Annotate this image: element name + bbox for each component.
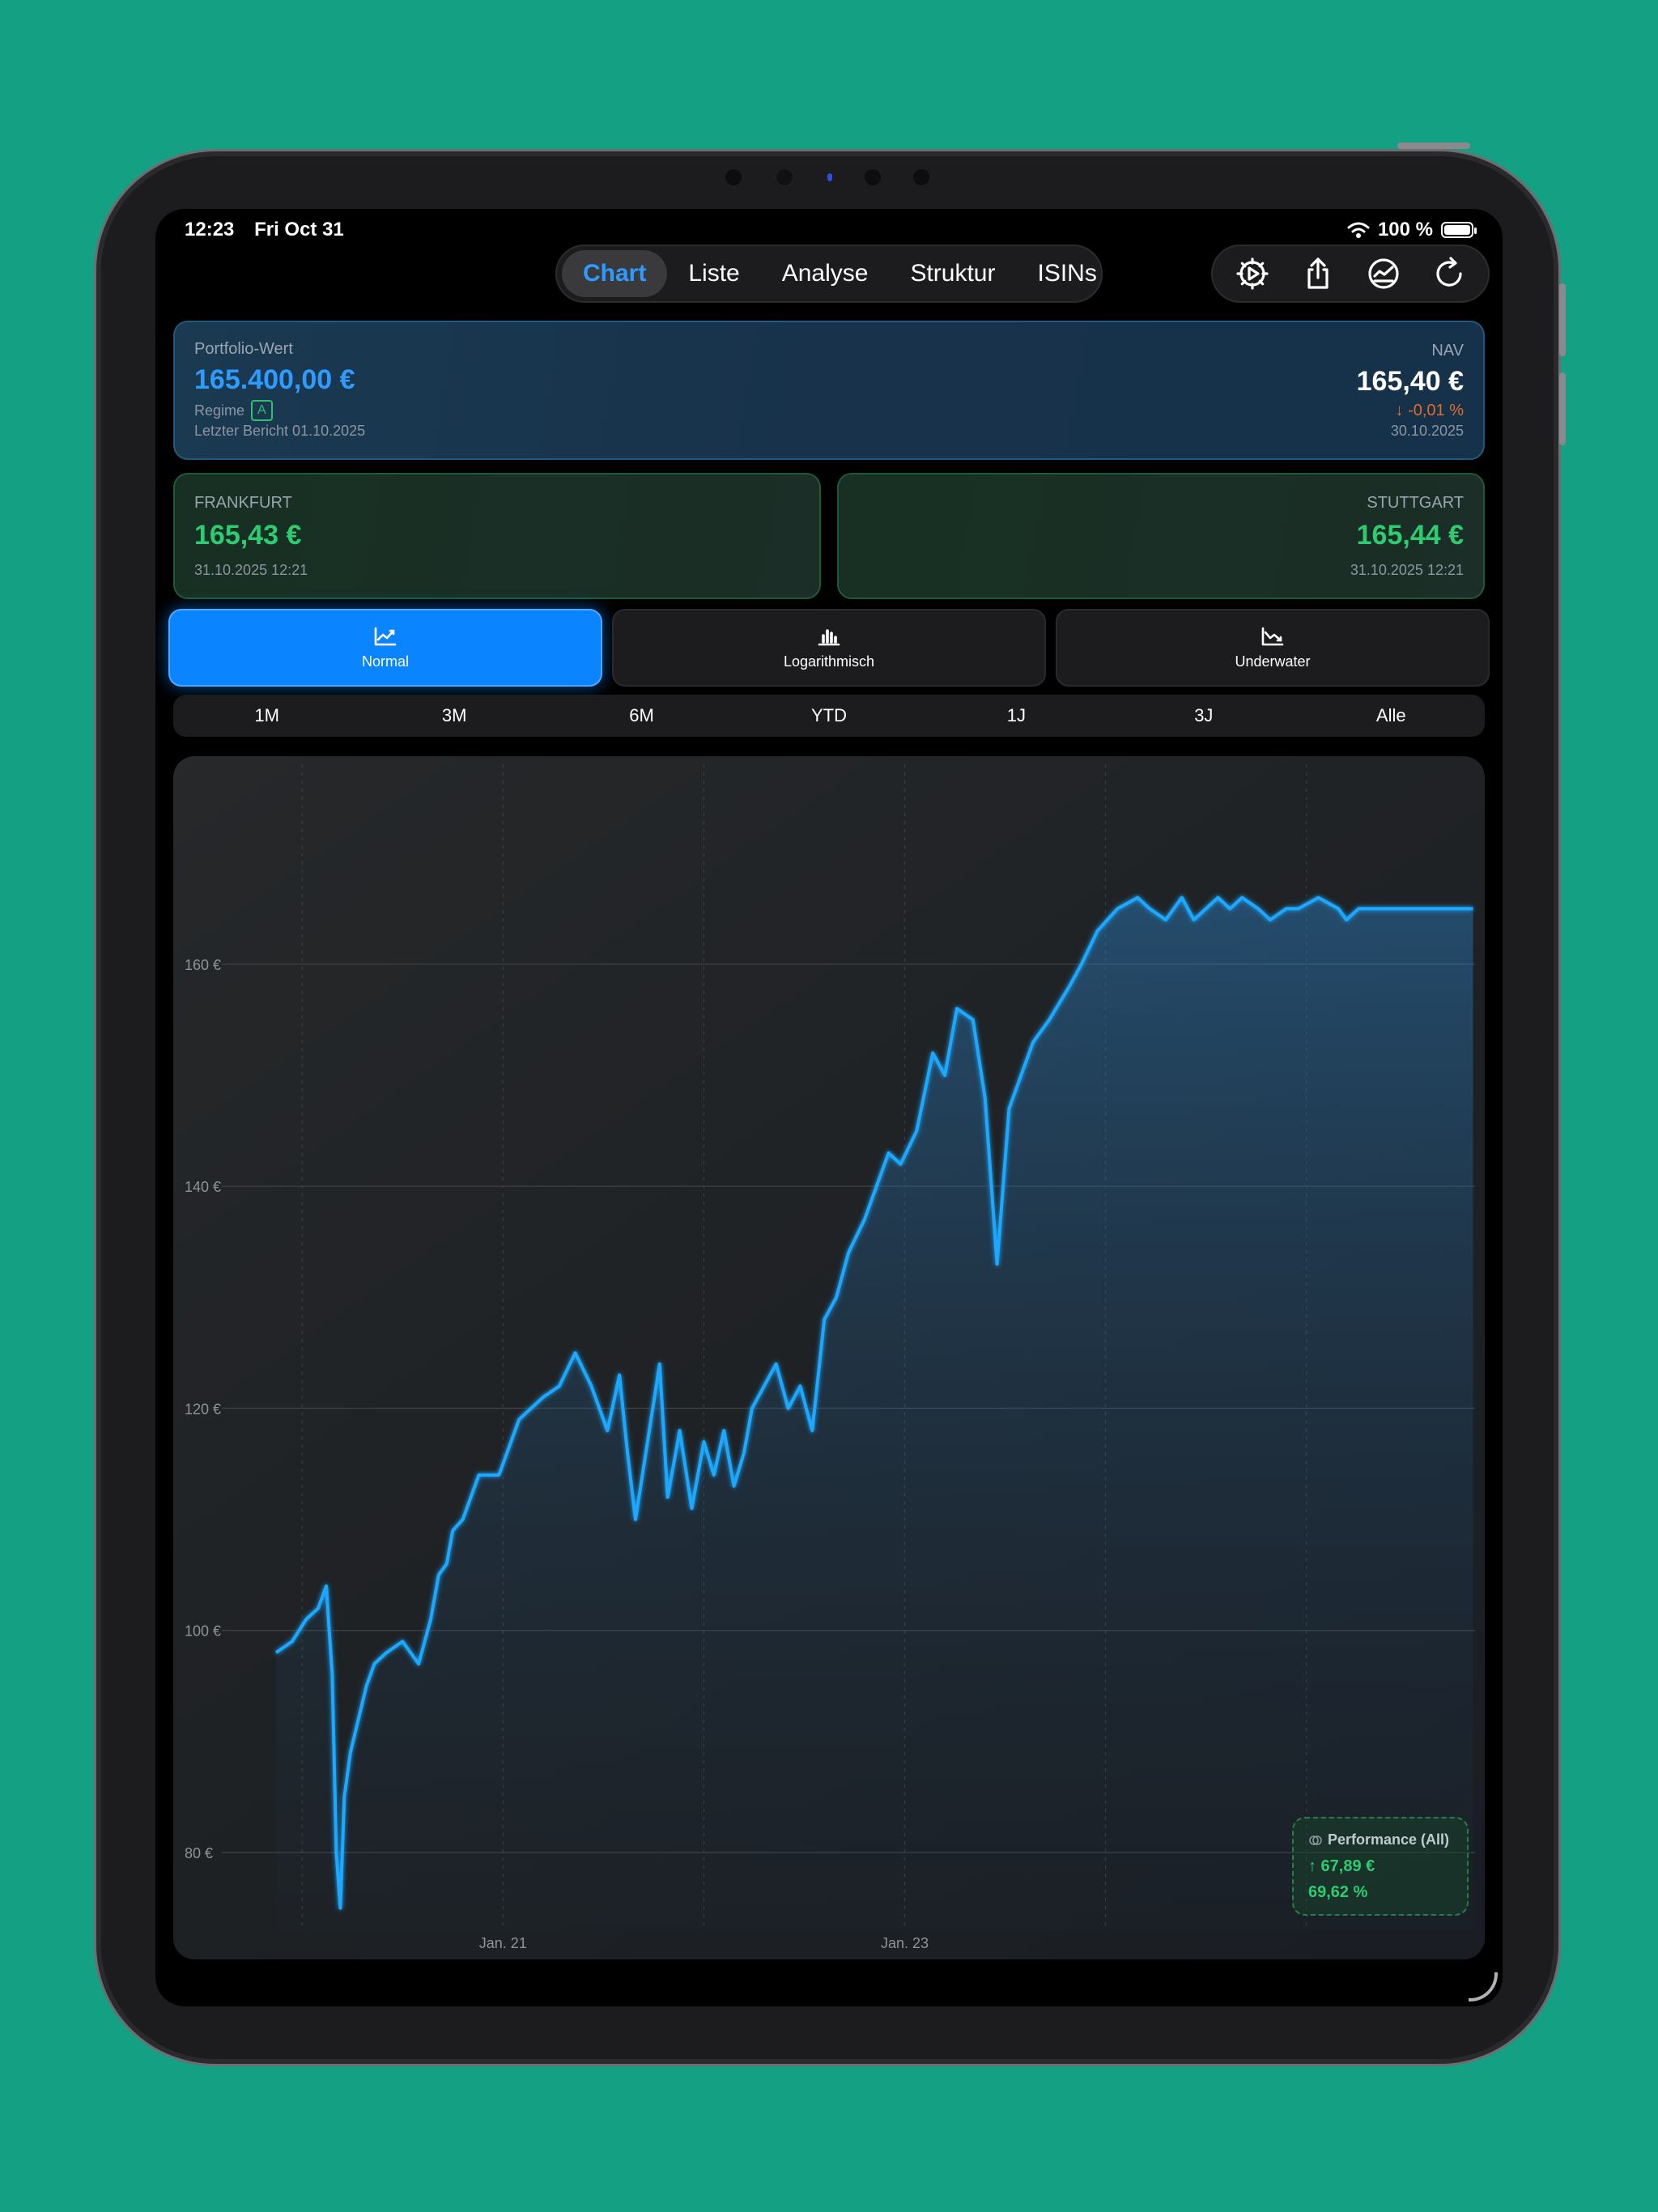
tab-chart[interactable]: Chart [562,250,668,297]
performance-chart-icon [1367,258,1399,289]
nav-value: 165,40 € [1356,366,1464,397]
line-chart-icon [374,627,397,645]
range-3m[interactable]: 3M [360,705,547,726]
range-ytd[interactable]: YTD [735,705,922,726]
performance-summary: Performance (All) ↑ 67,89 € 69,62 % [1292,1817,1469,1916]
exchange-time: 31.10.2025 12:21 [1350,562,1464,578]
exchange-card-frankfurt[interactable]: FRANKFURT 165,43 € 31.10.2025 12:21 [173,473,821,599]
coins-icon [1309,1835,1322,1845]
performance-absolute: ↑ 67,89 € [1308,1857,1375,1875]
exchange-price: 165,44 € [1356,520,1464,551]
range-3j[interactable]: 3J [1110,705,1297,726]
battery-icon [1441,222,1477,238]
regime-label: Regime [194,402,245,419]
nav-date: 30.10.2025 [1390,423,1464,439]
status-date: Fri Oct 31 [254,219,344,240]
portfolio-value: 165.400,00 € [194,364,355,395]
y-tick-label: 120 € [185,1401,221,1417]
last-report: Letzter Bericht 01.10.2025 [194,423,366,439]
volume-up-button [1559,283,1566,356]
nav-label: NAV [1431,342,1464,359]
sensor [913,169,929,185]
main-tabs: Chart Liste Analyse Struktur ISINs [555,245,1103,303]
sensor [725,169,742,185]
regime-badge: A [251,400,273,421]
nav-change: ↓ -0,01 % [1395,402,1464,419]
performance-title: Performance (All) [1328,1831,1450,1848]
toolbar [1211,245,1490,303]
performance-button[interactable] [1361,251,1406,296]
tab-liste[interactable]: Liste [667,250,760,297]
tab-isins[interactable]: ISINs [1016,250,1117,297]
exchange-name: STUTTGART [1367,494,1464,512]
mode-label: Underwater [1235,653,1311,670]
mode-underwater-button[interactable]: Underwater [1056,609,1490,687]
x-tick-label: Jan. 21 [479,1935,527,1951]
portfolio-card: Portfolio-Wert 165.400,00 € Regime A Let… [173,321,1485,460]
range-1j[interactable]: 1J [923,705,1110,726]
tab-struktur[interactable]: Struktur [889,250,1016,297]
mode-log-button[interactable]: Logarithmisch [612,609,1046,687]
tab-analyse[interactable]: Analyse [761,250,890,297]
top-button [1397,143,1470,149]
volume-down-button [1559,372,1566,445]
refresh-icon [1435,257,1462,287]
time-range-selector: 1M 3M 6M YTD 1J 3J Alle [173,695,1485,737]
y-tick-label: 80 € [185,1845,213,1861]
indicator-light [827,173,832,181]
range-1m[interactable]: 1M [173,705,360,726]
status-bar: 12:23 Fri Oct 31 100 % [185,214,1477,246]
mode-label: Logarithmisch [783,653,875,670]
refresh-button[interactable] [1426,251,1472,296]
price-chart[interactable]: 80 € 100 € 120 € 140 € 160 € Jan. 21 Jan. 23 P… [173,756,1485,1959]
y-tick-label: 160 € [185,957,221,973]
camera-bar [96,167,1558,188]
price-chart-svg: 80 € 100 € 120 € 140 € 160 € Jan. 21 Jan. 23 [185,764,1475,1951]
camera-lens [774,167,795,188]
exchange-name: FRANKFURT [194,494,292,512]
y-tick-label: 100 € [185,1623,221,1640]
performance-title-row: Performance (All) [1308,1831,1449,1848]
mode-label: Normal [361,653,409,670]
status-time: 12:23 [185,219,235,240]
regime-row: Regime A [194,400,273,421]
exchange-price: 165,43 € [194,520,302,551]
sensor [865,169,881,185]
y-tick-label: 140 € [185,1179,221,1195]
bar-chart-icon [818,628,840,645]
performance-percent: 69,62 % [1308,1883,1368,1901]
settings-play-icon [1235,257,1269,290]
battery-percent: 100 % [1377,219,1433,240]
app-screen: 12:23 Fri Oct 31 100 % Chart Liste Analy… [155,209,1503,2006]
share-icon [1307,257,1329,289]
x-tick-label: Jan. 23 [881,1935,929,1951]
exchange-time: 31.10.2025 12:21 [194,562,308,578]
series-area [276,897,1473,1930]
range-6m[interactable]: 6M [548,705,735,726]
chart-mode-selector: Normal Logarithmisch Underwater [168,609,1490,687]
mode-normal-button[interactable]: Normal [168,609,602,687]
exchange-card-stuttgart[interactable]: STUTTGART 165,44 € 31.10.2025 12:21 [837,473,1485,599]
drawdown-chart-icon [1261,627,1284,645]
portfolio-label: Portfolio-Wert [194,340,293,358]
range-alle[interactable]: Alle [1298,705,1485,726]
wifi-icon [1347,222,1370,238]
share-button[interactable] [1295,251,1341,296]
resize-corner-icon [1469,1972,1498,2001]
settings-button[interactable] [1230,251,1275,296]
